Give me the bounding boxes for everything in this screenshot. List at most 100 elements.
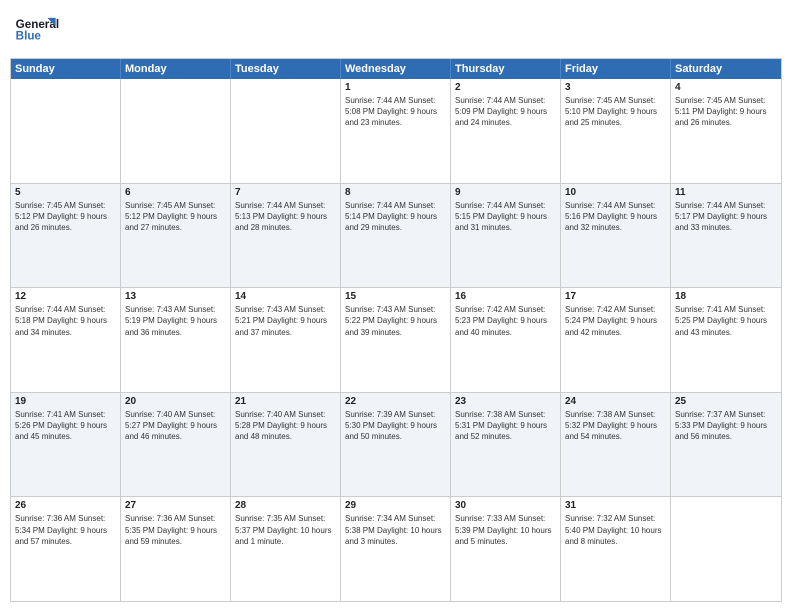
cell-text: Sunrise: 7:45 AM Sunset: 5:12 PM Dayligh…	[125, 200, 226, 234]
calendar-cell-1: 1 Sunrise: 7:44 AM Sunset: 5:08 PM Daylig…	[341, 79, 451, 183]
calendar-cell-19: 19Sunrise: 7:41 AM Sunset: 5:26 PM Dayli…	[11, 393, 121, 497]
day-number: 16	[455, 291, 556, 302]
calendar-cell-17: 17 Sunrise: 7:42 AM Sunset: 5:24 PM Dayli…	[561, 288, 671, 392]
calendar-cell-29: 29 Sunrise: 7:34 AM Sunset: 5:38 PM Dayli…	[341, 497, 451, 601]
calendar-cell-empty-0	[11, 79, 121, 183]
cell-text: Sunrise: 7:45 AM Sunset: 5:10 PM Dayligh…	[565, 95, 666, 129]
cell-text: Sunrise: 7:36 AM Sunset: 5:35 PM Dayligh…	[125, 513, 226, 547]
day-number: 17	[565, 291, 666, 302]
calendar-header: SundayMondayTuesdayWednesdayThursdayFrid…	[11, 59, 781, 79]
calendar-cell-30: 30 Sunrise: 7:33 AM Sunset: 5:39 PM Dayli…	[451, 497, 561, 601]
calendar-cell-25: 25Sunrise: 7:37 AM Sunset: 5:33 PM Dayli…	[671, 393, 781, 497]
cell-text: Sunrise: 7:33 AM Sunset: 5:39 PM Dayligh…	[455, 513, 556, 547]
day-header-sunday: Sunday	[11, 59, 121, 79]
calendar-cell-23: 23 Sunrise: 7:38 AM Sunset: 5:31 PM Dayli…	[451, 393, 561, 497]
cell-text: Sunrise: 7:44 AM Sunset: 5:16 PM Dayligh…	[565, 200, 666, 234]
day-number: 20	[125, 396, 226, 407]
calendar-cell-6: 6 Sunrise: 7:45 AM Sunset: 5:12 PM Daylig…	[121, 184, 231, 288]
calendar-cell-31: 31Sunrise: 7:32 AM Sunset: 5:40 PM Dayli…	[561, 497, 671, 601]
cell-text: Sunrise: 7:38 AM Sunset: 5:31 PM Dayligh…	[455, 409, 556, 443]
day-number: 10	[565, 187, 666, 198]
day-number: 18	[675, 291, 777, 302]
cell-text: Sunrise: 7:44 AM Sunset: 5:13 PM Dayligh…	[235, 200, 336, 234]
calendar-cell-3: 3 Sunrise: 7:45 AM Sunset: 5:10 PM Daylig…	[561, 79, 671, 183]
cell-text: Sunrise: 7:45 AM Sunset: 5:12 PM Dayligh…	[15, 200, 116, 234]
day-number: 4	[675, 82, 777, 93]
day-number: 15	[345, 291, 446, 302]
cell-text: Sunrise: 7:35 AM Sunset: 5:37 PM Dayligh…	[235, 513, 336, 547]
logo: General Blue	[14, 10, 64, 50]
calendar-cell-24: 24 Sunrise: 7:38 AM Sunset: 5:32 PM Dayli…	[561, 393, 671, 497]
cell-text: Sunrise: 7:39 AM Sunset: 5:30 PM Dayligh…	[345, 409, 446, 443]
day-number: 7	[235, 187, 336, 198]
cell-text: Sunrise: 7:37 AM Sunset: 5:33 PM Dayligh…	[675, 409, 777, 443]
cell-text: Sunrise: 7:32 AM Sunset: 5:40 PM Dayligh…	[565, 513, 666, 547]
day-header-friday: Friday	[561, 59, 671, 79]
calendar-cell-empty-6	[671, 497, 781, 601]
cell-text: Sunrise: 7:42 AM Sunset: 5:24 PM Dayligh…	[565, 304, 666, 338]
day-number: 22	[345, 396, 446, 407]
calendar-cell-10: 10 Sunrise: 7:44 AM Sunset: 5:16 PM Dayli…	[561, 184, 671, 288]
cell-text: Sunrise: 7:41 AM Sunset: 5:26 PM Dayligh…	[15, 409, 116, 443]
day-number: 1	[345, 82, 446, 93]
cell-text: Sunrise: 7:45 AM Sunset: 5:11 PM Dayligh…	[675, 95, 777, 129]
calendar-cell-empty-1	[121, 79, 231, 183]
day-number: 26	[15, 500, 116, 511]
cell-text: Sunrise: 7:44 AM Sunset: 5:09 PM Dayligh…	[455, 95, 556, 129]
calendar-row-4: 19Sunrise: 7:41 AM Sunset: 5:26 PM Dayli…	[11, 392, 781, 497]
cell-text: Sunrise: 7:38 AM Sunset: 5:32 PM Dayligh…	[565, 409, 666, 443]
calendar-cell-11: 11Sunrise: 7:44 AM Sunset: 5:17 PM Dayli…	[671, 184, 781, 288]
cell-text: Sunrise: 7:42 AM Sunset: 5:23 PM Dayligh…	[455, 304, 556, 338]
page: General Blue SundayMondayTuesdayWednesda…	[0, 0, 792, 612]
calendar-cell-empty-2	[231, 79, 341, 183]
cell-text: Sunrise: 7:43 AM Sunset: 5:21 PM Dayligh…	[235, 304, 336, 338]
calendar-body: 1 Sunrise: 7:44 AM Sunset: 5:08 PM Daylig…	[11, 79, 781, 601]
calendar-cell-28: 28Sunrise: 7:35 AM Sunset: 5:37 PM Dayli…	[231, 497, 341, 601]
calendar-cell-5: 5 Sunrise: 7:45 AM Sunset: 5:12 PM Daylig…	[11, 184, 121, 288]
day-number: 8	[345, 187, 446, 198]
day-number: 12	[15, 291, 116, 302]
calendar-cell-4: 4 Sunrise: 7:45 AM Sunset: 5:11 PM Daylig…	[671, 79, 781, 183]
svg-text:Blue: Blue	[16, 30, 42, 43]
calendar-row-1: 1 Sunrise: 7:44 AM Sunset: 5:08 PM Daylig…	[11, 79, 781, 183]
day-number: 23	[455, 396, 556, 407]
calendar-cell-27: 27 Sunrise: 7:36 AM Sunset: 5:35 PM Dayli…	[121, 497, 231, 601]
calendar-cell-7: 7 Sunrise: 7:44 AM Sunset: 5:13 PM Daylig…	[231, 184, 341, 288]
day-number: 5	[15, 187, 116, 198]
day-number: 2	[455, 82, 556, 93]
day-number: 30	[455, 500, 556, 511]
cell-text: Sunrise: 7:44 AM Sunset: 5:08 PM Dayligh…	[345, 95, 446, 129]
calendar-cell-12: 12 Sunrise: 7:44 AM Sunset: 5:18 PM Dayli…	[11, 288, 121, 392]
cell-text: Sunrise: 7:36 AM Sunset: 5:34 PM Dayligh…	[15, 513, 116, 547]
cell-text: Sunrise: 7:34 AM Sunset: 5:38 PM Dayligh…	[345, 513, 446, 547]
calendar-cell-22: 22 Sunrise: 7:39 AM Sunset: 5:30 PM Dayli…	[341, 393, 451, 497]
calendar-cell-20: 20 Sunrise: 7:40 AM Sunset: 5:27 PM Dayli…	[121, 393, 231, 497]
calendar-cell-9: 9Sunrise: 7:44 AM Sunset: 5:15 PM Daylig…	[451, 184, 561, 288]
calendar-cell-13: 13 Sunrise: 7:43 AM Sunset: 5:19 PM Dayli…	[121, 288, 231, 392]
day-number: 13	[125, 291, 226, 302]
calendar-cell-8: 8Sunrise: 7:44 AM Sunset: 5:14 PM Daylig…	[341, 184, 451, 288]
cell-text: Sunrise: 7:40 AM Sunset: 5:28 PM Dayligh…	[235, 409, 336, 443]
calendar-row-3: 12 Sunrise: 7:44 AM Sunset: 5:18 PM Dayli…	[11, 287, 781, 392]
day-number: 27	[125, 500, 226, 511]
calendar-cell-18: 18 Sunrise: 7:41 AM Sunset: 5:25 PM Dayli…	[671, 288, 781, 392]
calendar-cell-2: 2 Sunrise: 7:44 AM Sunset: 5:09 PM Daylig…	[451, 79, 561, 183]
calendar-row-5: 26 Sunrise: 7:36 AM Sunset: 5:34 PM Dayli…	[11, 496, 781, 601]
calendar-cell-26: 26 Sunrise: 7:36 AM Sunset: 5:34 PM Dayli…	[11, 497, 121, 601]
cell-text: Sunrise: 7:40 AM Sunset: 5:27 PM Dayligh…	[125, 409, 226, 443]
day-header-saturday: Saturday	[671, 59, 781, 79]
day-header-tuesday: Tuesday	[231, 59, 341, 79]
cell-text: Sunrise: 7:44 AM Sunset: 5:15 PM Dayligh…	[455, 200, 556, 234]
day-number: 29	[345, 500, 446, 511]
cell-text: Sunrise: 7:43 AM Sunset: 5:22 PM Dayligh…	[345, 304, 446, 338]
day-header-wednesday: Wednesday	[341, 59, 451, 79]
day-number: 24	[565, 396, 666, 407]
calendar-cell-14: 14 Sunrise: 7:43 AM Sunset: 5:21 PM Dayli…	[231, 288, 341, 392]
calendar: SundayMondayTuesdayWednesdayThursdayFrid…	[10, 58, 782, 602]
day-number: 6	[125, 187, 226, 198]
day-number: 3	[565, 82, 666, 93]
cell-text: Sunrise: 7:44 AM Sunset: 5:18 PM Dayligh…	[15, 304, 116, 338]
cell-text: Sunrise: 7:41 AM Sunset: 5:25 PM Dayligh…	[675, 304, 777, 338]
day-number: 14	[235, 291, 336, 302]
cell-text: Sunrise: 7:43 AM Sunset: 5:19 PM Dayligh…	[125, 304, 226, 338]
